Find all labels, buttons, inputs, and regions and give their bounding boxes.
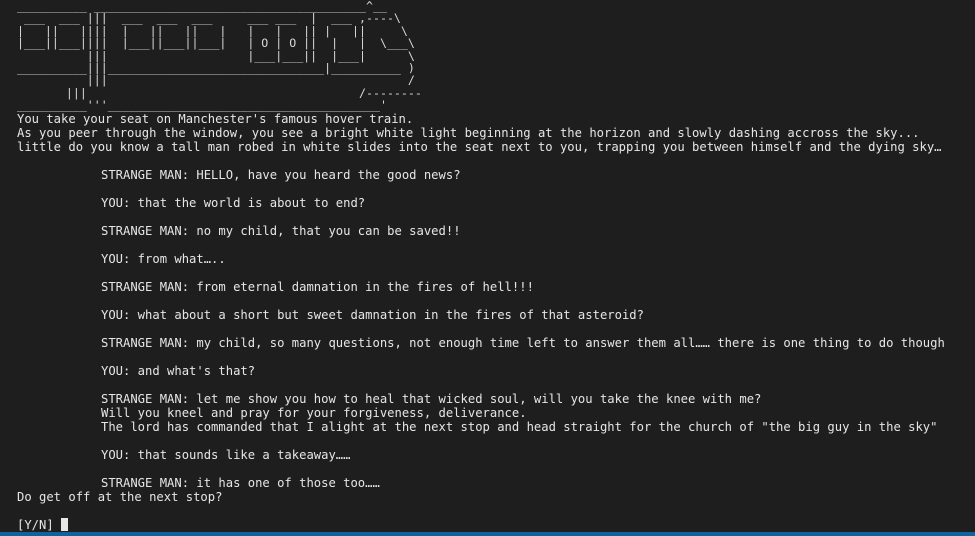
dialogue-line: YOU: that the world is about to end?: [101, 195, 366, 210]
intro-text: You take your seat on Manchester's famou…: [17, 112, 975, 154]
dialogue-line: YOU: that sounds like a takeaway……: [101, 447, 351, 462]
dialogue-line: YOU: and what's that?: [101, 363, 256, 378]
ascii-train-art: __________ _____________________________…: [17, 0, 975, 112]
dialogue-line: Will you kneel and pray for your forgive…: [101, 405, 527, 420]
dialogue-line: STRANGE MAN: let me show you how to heal…: [101, 391, 762, 406]
intro-line: As you peer through the window, you see …: [17, 125, 920, 140]
input-prompt[interactable]: [Y/N]: [17, 518, 975, 532]
dialogue-line: STRANGE MAN: from eternal damnation in t…: [101, 279, 534, 294]
dialogue-line: STRANGE MAN: it has one of those too……: [101, 475, 380, 490]
prompt-label: [Y/N]: [17, 517, 54, 532]
dialogue: STRANGE MAN: HELLO, have you heard the g…: [17, 154, 975, 490]
intro-line: little do you know a tall man robed in w…: [17, 139, 942, 154]
question-text: Do get off at the next stop?: [17, 489, 223, 504]
text-cursor[interactable]: [60, 518, 68, 532]
terminal-window[interactable]: __________ _____________________________…: [0, 0, 975, 536]
panel-bottom-border: [0, 532, 975, 536]
dialogue-line: STRANGE MAN: my child, so many questions…: [101, 335, 945, 350]
intro-line: You take your seat on Manchester's famou…: [17, 111, 414, 126]
dialogue-line: YOU: from what…..: [101, 251, 226, 266]
dialogue-line: The lord has commanded that I alight at …: [101, 419, 938, 434]
dialogue-line: STRANGE MAN: HELLO, have you heard the g…: [101, 167, 461, 182]
dialogue-line: STRANGE MAN: no my child, that you can b…: [101, 223, 461, 238]
ascii-art-line: __________'''___________________________…: [17, 98, 387, 113]
dialogue-line: YOU: what about a short but sweet damnat…: [101, 307, 644, 322]
